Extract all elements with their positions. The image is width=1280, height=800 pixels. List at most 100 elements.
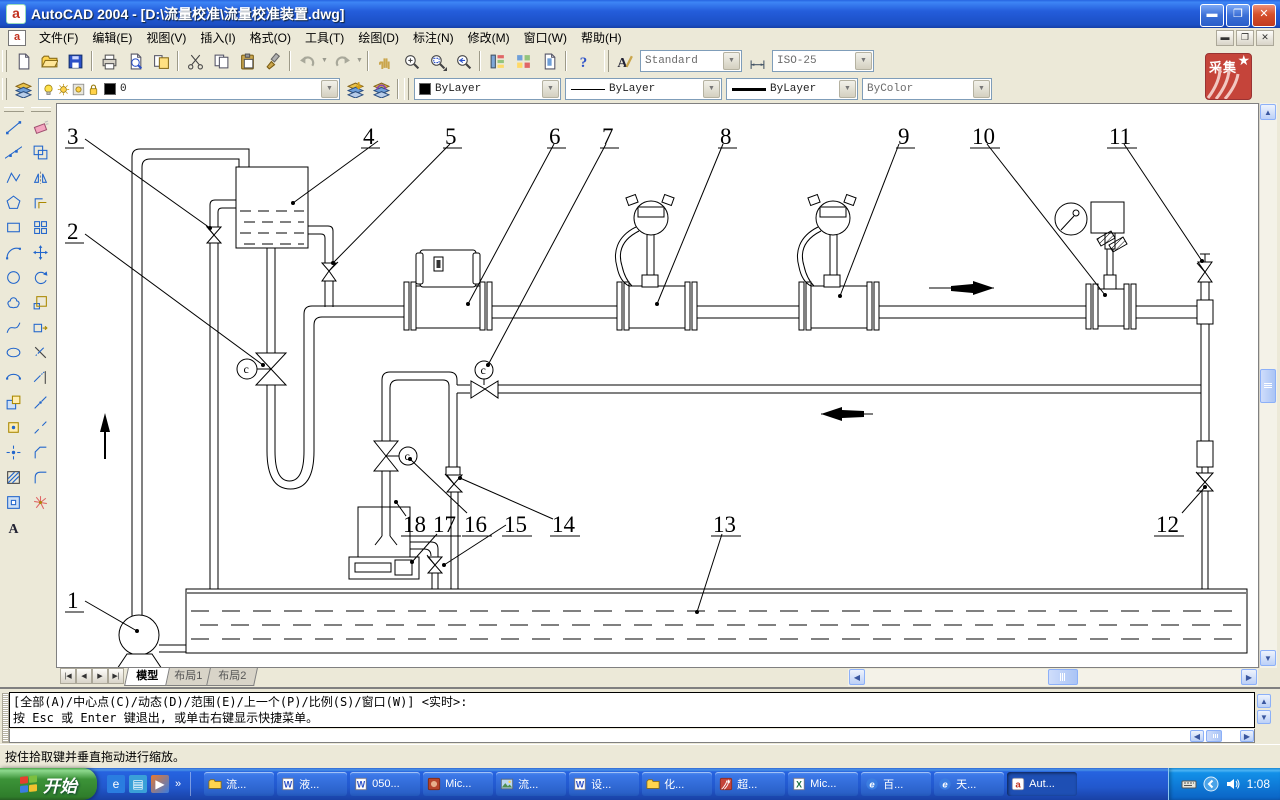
menu-insert[interactable]: 插入(I) bbox=[193, 27, 242, 48]
menu-draw[interactable]: 绘图(D) bbox=[351, 27, 406, 48]
taskbar-button-050[interactable]: W050... bbox=[350, 772, 420, 796]
command-drag-handle[interactable] bbox=[2, 693, 9, 743]
scale-icon[interactable] bbox=[28, 290, 54, 315]
properties-icon[interactable] bbox=[485, 49, 509, 73]
menu-file[interactable]: 文件(F) bbox=[32, 27, 85, 48]
chevron-down-icon[interactable]: ▼ bbox=[855, 52, 872, 70]
horizontal-scrollbar[interactable]: ◀ ▶ bbox=[848, 669, 1258, 686]
scroll-up-icon[interactable]: ▲ bbox=[1260, 104, 1276, 120]
ellipse-arc-icon[interactable] bbox=[1, 365, 27, 390]
erase-icon[interactable] bbox=[28, 115, 54, 140]
taskbar-button-流[interactable]: 流... bbox=[496, 772, 566, 796]
text-style-icon[interactable]: A bbox=[613, 49, 637, 73]
start-button[interactable]: 开始 bbox=[0, 768, 97, 800]
command-scroll-down-icon[interactable]: ▼ bbox=[1257, 710, 1271, 724]
rectangle-icon[interactable] bbox=[1, 215, 27, 240]
taskbar-button-化[interactable]: 化... bbox=[642, 772, 712, 796]
taskbar-button-液[interactable]: W液... bbox=[277, 772, 347, 796]
undo-dropdown-icon[interactable]: ▼ bbox=[320, 50, 329, 72]
line-icon[interactable] bbox=[1, 115, 27, 140]
drawing-canvas[interactable]: 123456789101112131415161718 c c c bbox=[56, 103, 1259, 668]
horizontal-scroll-thumb[interactable] bbox=[1048, 669, 1078, 685]
command-history[interactable]: [全部(A)/中心点(C)/动态(D)/范围(E)/上一个(P)/比例(S)/窗… bbox=[9, 692, 1255, 728]
mdi-close-button[interactable]: ✕ bbox=[1256, 30, 1274, 46]
menu-modify[interactable]: 修改(M) bbox=[461, 27, 517, 48]
new-icon[interactable] bbox=[11, 49, 35, 73]
layer-previous-icon[interactable] bbox=[369, 77, 393, 101]
volume-icon[interactable] bbox=[1225, 776, 1241, 792]
taskbar-button-超[interactable]: 超... bbox=[715, 772, 785, 796]
help-icon[interactable]: ? bbox=[571, 49, 595, 73]
chevron-down-icon[interactable]: ▼ bbox=[703, 80, 720, 98]
taskbar-button-Aut[interactable]: aAut... bbox=[1007, 772, 1077, 796]
taskbar-button-设[interactable]: W设... bbox=[569, 772, 639, 796]
stretch-icon[interactable] bbox=[28, 315, 54, 340]
layer-manager-icon[interactable] bbox=[11, 77, 35, 101]
offset-icon[interactable] bbox=[28, 190, 54, 215]
polyline-icon[interactable] bbox=[1, 165, 27, 190]
print-icon[interactable] bbox=[97, 49, 121, 73]
taskbar-button-天[interactable]: e天... bbox=[934, 772, 1004, 796]
explode-icon[interactable] bbox=[28, 490, 54, 515]
mtext-icon[interactable]: A bbox=[1, 515, 27, 540]
polygon-icon[interactable] bbox=[1, 190, 27, 215]
layer-lock-icon[interactable] bbox=[87, 83, 100, 96]
vertical-scrollbar[interactable]: ▲ ▼ bbox=[1259, 103, 1277, 668]
toolbar-grip[interactable] bbox=[604, 50, 609, 72]
trim-icon[interactable] bbox=[28, 340, 54, 365]
show-desktop-icon[interactable]: ▤ bbox=[129, 775, 147, 793]
vertical-scroll-thumb[interactable] bbox=[1260, 369, 1276, 403]
circle-icon[interactable] bbox=[1, 265, 27, 290]
publish-icon[interactable] bbox=[149, 49, 173, 73]
ellipse-icon[interactable] bbox=[1, 340, 27, 365]
plotstyle-combo[interactable]: ByColor ▼ bbox=[862, 78, 992, 100]
command-scroll-right-icon[interactable]: ▶ bbox=[1240, 730, 1254, 742]
command-input[interactable] bbox=[9, 729, 1255, 743]
command-window[interactable]: [全部(A)/中心点(C)/动态(D)/范围(E)/上一个(P)/比例(S)/窗… bbox=[0, 687, 1280, 744]
make-block-icon[interactable] bbox=[1, 415, 27, 440]
close-button[interactable]: ✕ bbox=[1252, 4, 1276, 27]
matchprop-icon[interactable] bbox=[261, 49, 285, 73]
command-scroll-up-icon[interactable]: ▲ bbox=[1257, 694, 1271, 708]
tab-next-icon[interactable]: ▶ bbox=[92, 668, 108, 684]
zoom-realtime-icon[interactable] bbox=[399, 49, 423, 73]
break-icon[interactable] bbox=[28, 415, 54, 440]
mirror-icon[interactable] bbox=[28, 165, 54, 190]
chevron-down-icon[interactable]: ▼ bbox=[973, 80, 990, 98]
toolbar-grip[interactable] bbox=[404, 78, 409, 100]
autocad-app-icon[interactable]: a bbox=[6, 4, 26, 24]
taskbar-button-百[interactable]: e百... bbox=[861, 772, 931, 796]
lineweight-combo[interactable]: ByLayer ▼ bbox=[726, 78, 858, 100]
move-icon[interactable] bbox=[28, 240, 54, 265]
revision-cloud-icon[interactable] bbox=[1, 290, 27, 315]
cut-icon[interactable] bbox=[183, 49, 207, 73]
toolbar-grip[interactable] bbox=[2, 50, 7, 72]
menu-window[interactable]: 窗口(W) bbox=[517, 27, 574, 48]
tab-模型[interactable]: 模型 bbox=[124, 668, 170, 686]
taskbar-button-Mic[interactable]: XMic... bbox=[788, 772, 858, 796]
chamfer-icon[interactable] bbox=[28, 440, 54, 465]
menu-edit[interactable]: 编辑(E) bbox=[85, 27, 139, 48]
dim-style-icon[interactable] bbox=[745, 49, 769, 73]
scroll-right-icon[interactable]: ▶ bbox=[1241, 669, 1257, 685]
chevron-down-icon[interactable]: ▼ bbox=[839, 80, 856, 98]
toolbar-grip[interactable] bbox=[2, 78, 7, 100]
restore-button[interactable]: ❐ bbox=[1226, 4, 1250, 27]
insert-block-icon[interactable] bbox=[1, 390, 27, 415]
minimize-button[interactable]: ▬ bbox=[1200, 4, 1224, 27]
keyboard-icon[interactable] bbox=[1181, 776, 1197, 792]
save-icon[interactable] bbox=[63, 49, 87, 73]
rotate-icon[interactable] bbox=[28, 265, 54, 290]
menu-tools[interactable]: 工具(T) bbox=[298, 27, 351, 48]
dim-style-combo[interactable]: ISO-25 ▼ bbox=[772, 50, 874, 72]
menu-dimension[interactable]: 标注(N) bbox=[406, 27, 461, 48]
array-icon[interactable] bbox=[28, 215, 54, 240]
copy-icon[interactable] bbox=[209, 49, 233, 73]
menu-view[interactable]: 视图(V) bbox=[139, 27, 193, 48]
taskbar-button-Mic[interactable]: Mic... bbox=[423, 772, 493, 796]
mdi-restore-button[interactable]: ❐ bbox=[1236, 30, 1254, 46]
ie-icon[interactable]: e bbox=[107, 775, 125, 793]
fillet-icon[interactable] bbox=[28, 465, 54, 490]
layer-make-current-icon[interactable] bbox=[343, 77, 367, 101]
quick-launch-overflow-icon[interactable]: » bbox=[173, 778, 183, 790]
